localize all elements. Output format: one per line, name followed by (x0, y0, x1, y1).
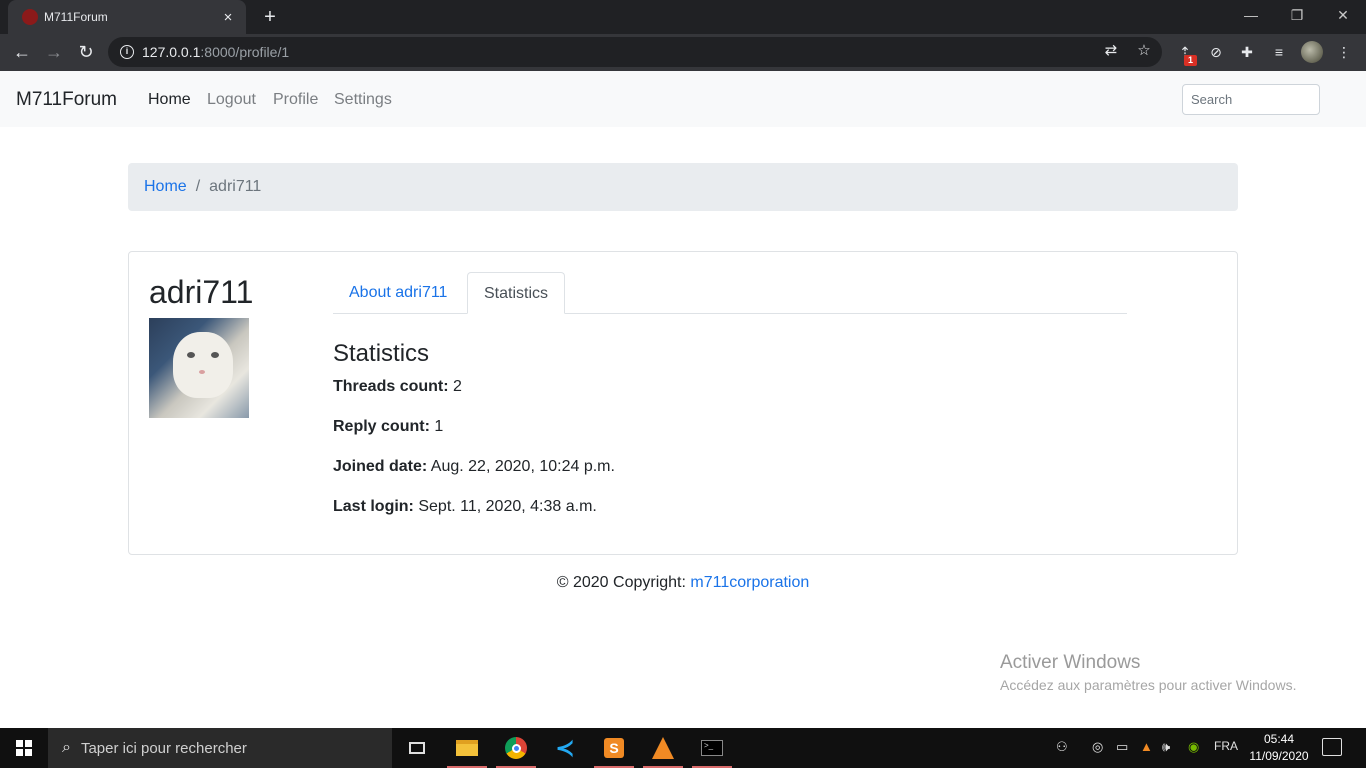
site-info-icon[interactable]: i (120, 45, 134, 59)
page-footer: © 2020 Copyright: m711corporation (0, 574, 1366, 592)
people-icon[interactable]: ⚇ (1056, 739, 1068, 755)
puzzle-extensions-icon[interactable]: ✚ (1238, 43, 1256, 61)
task-view-icon[interactable] (393, 728, 441, 768)
address-bar[interactable]: i 127.0.0.1:8000/profile/1 (108, 37, 1162, 67)
taskbar-search[interactable]: ⌕ Taper ici pour rechercher (48, 728, 392, 768)
terminal-icon[interactable]: >_ (688, 728, 736, 768)
new-tab-button[interactable]: + (258, 5, 282, 29)
file-explorer-icon[interactable] (443, 728, 491, 768)
stat-value: 2 (453, 378, 462, 395)
stat-reply-count: Reply count: 1 (333, 418, 443, 436)
vlc-tray-icon[interactable]: ▲ (1140, 739, 1153, 754)
tab-title: M711Forum (44, 10, 108, 24)
breadcrumb-current: adri711 (209, 178, 262, 195)
breadcrumb-home-link[interactable]: Home (144, 178, 187, 196)
vscode-icon[interactable]: ≺ (541, 728, 589, 768)
breadcrumb: Home / adri711 (128, 163, 1238, 211)
volume-icon[interactable]: 🕪 (1162, 739, 1170, 755)
profile-avatar[interactable] (1301, 41, 1323, 63)
extension-badge: 1 (1184, 55, 1197, 66)
tab-close-icon[interactable]: × (220, 9, 236, 26)
cat-eye-right (211, 352, 219, 358)
bookmark-star-icon[interactable]: ☆ (1135, 41, 1153, 59)
stat-value: Sept. 11, 2020, 4:38 a.m. (418, 498, 597, 515)
browser-toolbar: ← → ↻ i 127.0.0.1:8000/profile/1 ⇄ ☆ ⇡ ⊘… (0, 34, 1366, 71)
activation-watermark-subtitle: Accédez aux paramètres pour activer Wind… (1000, 677, 1297, 693)
stat-value: 1 (434, 418, 444, 435)
nvidia-icon[interactable]: ◉ (1188, 739, 1199, 755)
nav-home[interactable]: Home (148, 91, 191, 109)
sublime-text-icon[interactable]: S (590, 728, 638, 768)
tab-about[interactable]: About adri711 (333, 272, 463, 314)
cat-nose (199, 370, 205, 374)
breadcrumb-separator: / (195, 178, 201, 195)
activation-watermark-title: Activer Windows (1000, 652, 1141, 673)
url-path: :8000/profile/1 (200, 44, 290, 60)
cat-eye-left (187, 352, 195, 358)
browser-tab-strip: M711Forum × + — ❐ ✕ (0, 0, 1366, 34)
start-button[interactable] (0, 728, 48, 768)
stat-label: Reply count: (333, 418, 430, 435)
stat-threads-count: Threads count: 2 (333, 378, 462, 396)
discord-icon[interactable]: ◎ (1092, 739, 1103, 755)
nav-profile[interactable]: Profile (273, 91, 318, 109)
stat-value: Aug. 22, 2020, 10:24 p.m. (430, 458, 615, 475)
footer-copyright: © 2020 Copyright: (556, 574, 691, 591)
vlc-icon[interactable] (639, 728, 687, 768)
profile-picture (149, 318, 249, 418)
media-queue-icon[interactable]: ≡ (1270, 43, 1288, 61)
forward-arrow-icon[interactable]: → (40, 38, 68, 66)
block-extension-icon[interactable]: ⊘ (1207, 43, 1225, 61)
search-icon: ⌕ (62, 739, 71, 756)
minimize-button[interactable]: — (1228, 0, 1274, 30)
clock-time: 05:44 (1263, 732, 1295, 746)
notification-icon[interactable] (1322, 738, 1342, 756)
taskbar-search-placeholder: Taper ici pour rechercher (80, 739, 247, 757)
profile-username: adri711 (149, 274, 254, 310)
profile-card: adri711 About adri711 Statistics Statist… (128, 251, 1238, 555)
cat-face (173, 332, 233, 398)
windows-taskbar: ⌕ Taper ici pour rechercher ≺ S >_ ⚇ ◎ ▭… (0, 728, 1366, 768)
browser-tab[interactable]: M711Forum × (8, 0, 246, 34)
nav-settings[interactable]: Settings (334, 91, 392, 109)
language-indicator[interactable]: FRA (1214, 739, 1238, 753)
taskbar-clock[interactable]: 05:44 11/09/2020 (1244, 731, 1314, 765)
url-host: 127.0.0.1 (142, 44, 201, 60)
footer-link[interactable]: m711corporation (690, 574, 809, 591)
back-arrow-icon[interactable]: ← (8, 38, 36, 66)
clock-date: 11/09/2020 (1249, 749, 1309, 763)
statistics-heading: Statistics (333, 340, 430, 367)
chrome-icon[interactable] (492, 728, 540, 768)
search-input[interactable] (1182, 84, 1320, 115)
close-window-button[interactable]: ✕ (1320, 0, 1366, 30)
translate-icon[interactable]: ⇄ (1102, 41, 1120, 59)
site-brand[interactable]: M711Forum (16, 89, 117, 111)
restore-button[interactable]: ❐ (1274, 0, 1320, 30)
stat-label: Joined date: (333, 458, 428, 475)
stat-last-login: Last login: Sept. 11, 2020, 4:38 a.m. (333, 498, 597, 516)
profile-tabs: About adri711 Statistics (333, 272, 1127, 314)
stat-label: Threads count: (333, 378, 449, 395)
site-favicon-icon (22, 9, 38, 25)
reload-icon[interactable]: ↻ (72, 38, 100, 66)
network-icon[interactable]: ▭ (1116, 739, 1128, 755)
nav-logout[interactable]: Logout (207, 91, 256, 109)
stat-label: Last login: (333, 498, 414, 515)
tab-statistics[interactable]: Statistics (467, 272, 566, 314)
stat-joined-date: Joined date: Aug. 22, 2020, 10:24 p.m. (333, 458, 615, 476)
windows-logo-icon (16, 740, 32, 756)
menu-kebab-icon[interactable]: ⋮ (1335, 43, 1353, 61)
site-navbar: M711Forum Home Logout Profile Settings (0, 71, 1366, 127)
